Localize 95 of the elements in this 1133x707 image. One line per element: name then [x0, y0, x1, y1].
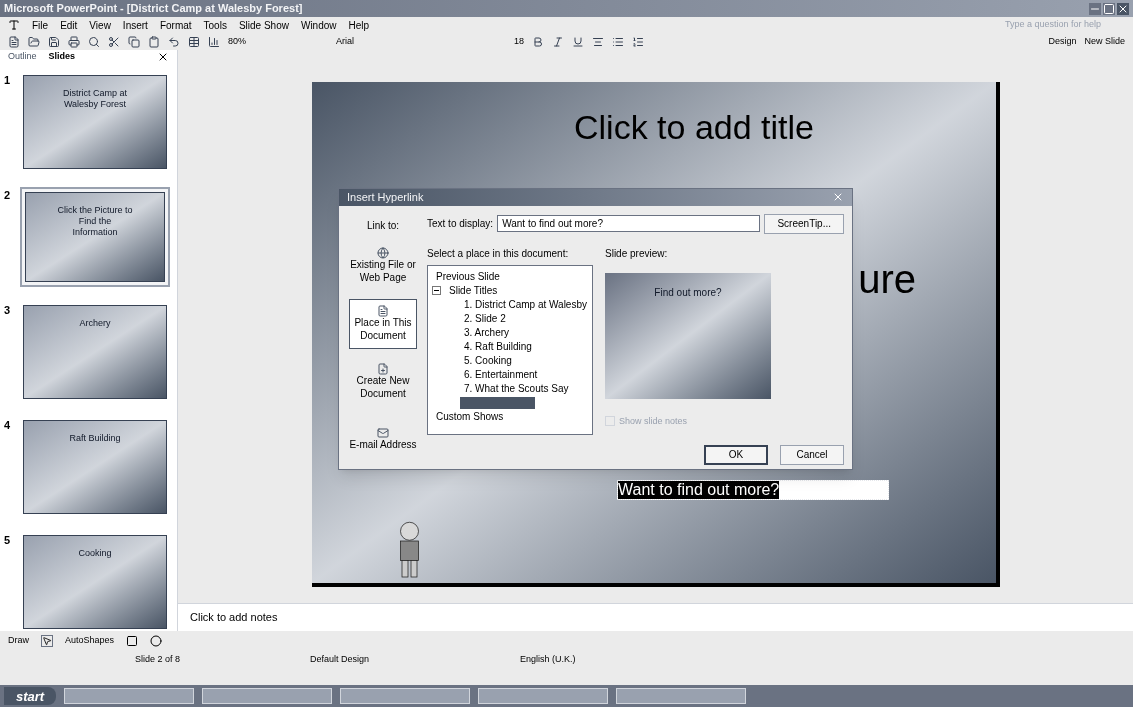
ok-button[interactable]: OK — [704, 444, 768, 465]
menu-item[interactable]: View — [89, 17, 111, 33]
toolbar-icon[interactable] — [128, 35, 140, 48]
slide-number: 4 — [4, 417, 12, 433]
maximize-icon[interactable] — [1103, 2, 1115, 15]
format-icon[interactable] — [632, 35, 644, 48]
menu-item[interactable]: Help — [348, 17, 370, 33]
pane-tab[interactable]: Outline — [8, 50, 37, 64]
menu-item[interactable]: File — [32, 17, 49, 33]
place-label: Select a place in this document: — [427, 246, 570, 261]
tree-item[interactable]: 5. Cooking — [460, 353, 516, 368]
dialog-title: Insert Hyperlink — [347, 190, 424, 205]
menu-item[interactable]: Tools — [203, 17, 227, 33]
collapse-icon[interactable] — [432, 286, 441, 295]
selected-link-text[interactable]: Want to find out more? — [618, 481, 780, 499]
slide-number: 5 — [4, 532, 12, 548]
zoom-field[interactable]: 80% — [228, 34, 288, 49]
format-icon[interactable] — [612, 35, 624, 48]
window-title: Microsoft PowerPoint - [District Camp at Walesby Forest] — [4, 1, 303, 17]
toolbar-icon[interactable] — [8, 35, 20, 48]
link-type-button[interactable]: Create New Document — [349, 356, 417, 407]
app-icon — [8, 19, 20, 31]
status-text: Default Design — [309, 653, 371, 667]
link-type-button[interactable]: Place in This Document — [349, 298, 417, 349]
slide-thumbnail[interactable]: Click the Picture to Find the Information — [20, 186, 170, 287]
autoshapes-button[interactable]: AutoShapes — [65, 634, 115, 648]
format-icon[interactable] — [572, 35, 584, 48]
thumbnail-title: Archery — [78, 317, 112, 330]
toolbar-icon[interactable] — [48, 35, 60, 48]
thumbnail-title: Click the Picture to Find the Information — [56, 204, 134, 239]
thumbnail-title: District Camp at Walesby Forest — [62, 87, 128, 111]
text-to-display-field[interactable]: Want to find out more? — [497, 215, 761, 232]
format-icon[interactable] — [592, 35, 604, 48]
help-field[interactable]: Type a question for help — [1005, 18, 1125, 32]
thumbnail-title: Cooking — [77, 547, 113, 560]
menu-item[interactable]: Window — [300, 17, 337, 33]
toolbar-icon[interactable] — [28, 35, 40, 48]
close-icon[interactable] — [1117, 2, 1129, 15]
status-text: English (U.K.) — [519, 653, 576, 667]
link-type-icon — [377, 247, 389, 259]
notes-placeholder: Click to add notes — [190, 610, 278, 626]
preview-title: Find out more? — [654, 285, 722, 300]
screentip-button[interactable]: ScreenTip... — [764, 213, 844, 234]
slide-text: ure — [858, 256, 916, 303]
pointer-icon[interactable] — [41, 635, 53, 647]
link-type-icon — [377, 305, 389, 317]
link-type-button[interactable]: Existing File or Web Page — [349, 240, 417, 291]
design-button[interactable]: Design — [1048, 34, 1077, 49]
link-to-label: Link to: — [366, 218, 400, 233]
pane-tab[interactable]: Slides — [48, 50, 76, 64]
toolbar-icon[interactable] — [148, 35, 160, 48]
tree-item[interactable]: 7. What the Scouts Say — [460, 381, 573, 396]
rectangle-icon[interactable] — [126, 635, 139, 647]
notes-pane[interactable]: Click to add notes — [178, 603, 1133, 631]
checkbox-label: Show slide notes — [619, 414, 688, 428]
link-type-icon — [377, 363, 389, 375]
tree-item[interactable]: Custom Shows — [432, 409, 508, 424]
start-button[interactable]: start — [4, 687, 57, 705]
toolbar-icon[interactable] — [68, 35, 80, 48]
text-box[interactable]: Want to find out more? — [617, 480, 889, 500]
menu-item[interactable]: Format — [159, 17, 192, 33]
toolbar-icon[interactable] — [188, 35, 200, 48]
tree-item[interactable]: 6. Entertainment — [460, 367, 542, 382]
tree-item[interactable]: Previous Slide — [432, 269, 504, 284]
link-type-icon — [377, 427, 389, 440]
toolbar-icon[interactable] — [168, 35, 180, 48]
tree-item[interactable] — [460, 396, 535, 409]
oval-icon[interactable] — [150, 635, 163, 647]
status-text: Slide 2 of 8 — [134, 653, 182, 667]
cancel-button[interactable]: Cancel — [780, 444, 844, 465]
slide-number: 1 — [4, 72, 12, 88]
tree-item[interactable]: 3. Archery — [460, 325, 514, 340]
slide-preview-label: Slide preview: — [605, 246, 669, 261]
menu-item[interactable]: Edit — [60, 17, 78, 33]
slide-number: 2 — [4, 187, 12, 203]
new-slide-button[interactable]: New Slide — [1084, 34, 1125, 49]
toolbar-icon[interactable] — [88, 35, 100, 48]
tree-item[interactable]: 1. District Camp at Walesby — [460, 297, 591, 312]
font-field[interactable]: Arial — [336, 34, 466, 49]
format-icon[interactable] — [532, 35, 544, 48]
tree-item[interactable]: 2. Slide 2 — [460, 311, 510, 326]
tree-item[interactable]: Slide Titles — [445, 283, 502, 298]
thumbnail-title: Raft Building — [68, 432, 122, 445]
text-to-display-label: Text to display: — [427, 217, 494, 231]
toolbar-icon[interactable] — [108, 35, 120, 48]
draw-button[interactable]: Draw — [8, 634, 29, 648]
tree-item[interactable]: 4. Raft Building — [460, 339, 536, 354]
toolbar-icon[interactable] — [208, 35, 220, 48]
menu-item[interactable]: Insert — [122, 17, 148, 33]
format-icon[interactable] — [552, 35, 564, 48]
title-placeholder[interactable]: Click to add title — [574, 102, 814, 153]
font-size-field[interactable]: 18 — [514, 34, 524, 49]
menu-item[interactable]: Slide Show — [238, 17, 289, 33]
slide-number: 3 — [4, 302, 12, 318]
link-type-button[interactable]: E-mail Address — [349, 414, 417, 465]
